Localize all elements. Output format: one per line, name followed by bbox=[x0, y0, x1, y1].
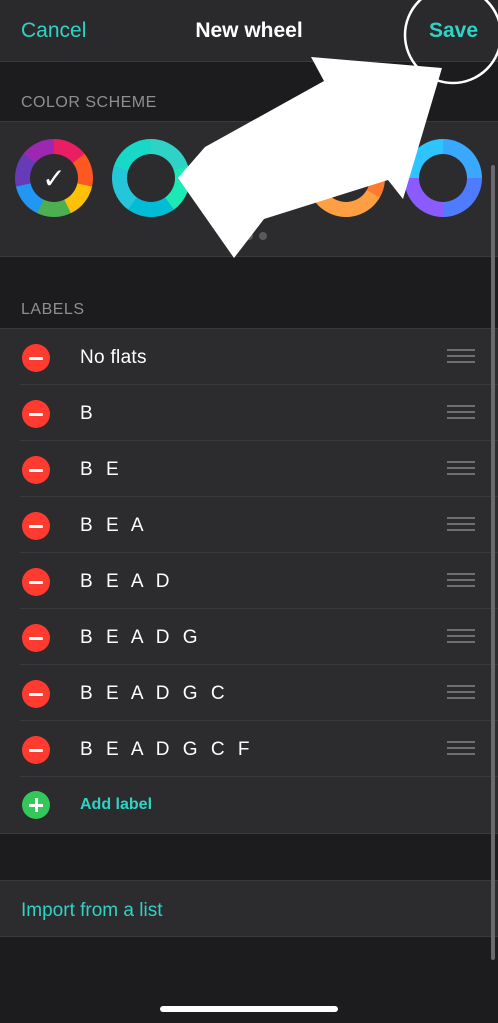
delete-label-icon[interactable] bbox=[22, 344, 50, 372]
delete-label-icon[interactable] bbox=[22, 456, 50, 484]
label-row[interactable]: B E A D G C F bbox=[0, 721, 498, 777]
label-text[interactable]: B E A D G C bbox=[80, 683, 229, 705]
label-text[interactable]: B E bbox=[80, 459, 123, 481]
label-row[interactable]: B E A D bbox=[0, 553, 498, 609]
page-title: New wheel bbox=[195, 19, 303, 42]
reorder-handle-icon[interactable] bbox=[447, 517, 475, 533]
page-dot bbox=[259, 232, 267, 240]
add-icon[interactable] bbox=[22, 791, 50, 819]
delete-label-icon[interactable] bbox=[22, 680, 50, 708]
label-row[interactable]: B E A D G C bbox=[0, 665, 498, 721]
labels-list: No flats B B E B E A B E A D B E A D G B E A D… bbox=[0, 328, 498, 834]
navigation-bar: Cancel New wheel Save bbox=[0, 0, 498, 62]
checkmark-icon: ✓ bbox=[42, 162, 66, 194]
label-row[interactable]: B E A bbox=[0, 497, 498, 553]
reorder-handle-icon[interactable] bbox=[447, 685, 475, 701]
color-scheme-header: COLOR SCHEME bbox=[21, 94, 157, 111]
label-row[interactable]: B bbox=[0, 385, 498, 441]
reorder-handle-icon[interactable] bbox=[447, 629, 475, 645]
import-row[interactable]: Import from a list bbox=[0, 880, 498, 937]
labels-header: LABELS bbox=[21, 301, 85, 318]
color-swatch-rainbow[interactable]: ✓ bbox=[15, 139, 93, 217]
page-dot bbox=[231, 232, 239, 240]
scrollbar[interactable] bbox=[491, 165, 495, 960]
color-swatch-blue-purple[interactable] bbox=[404, 139, 482, 217]
label-text[interactable]: B E A D bbox=[80, 571, 173, 593]
reorder-handle-icon[interactable] bbox=[447, 573, 475, 589]
add-label-button[interactable]: Add label bbox=[80, 796, 152, 814]
page-indicator bbox=[0, 232, 498, 242]
reorder-handle-icon[interactable] bbox=[447, 461, 475, 477]
label-row[interactable]: B E bbox=[0, 441, 498, 497]
color-swatch-red[interactable] bbox=[210, 139, 288, 217]
save-button[interactable]: Save bbox=[429, 19, 478, 43]
reorder-handle-icon[interactable] bbox=[447, 741, 475, 757]
reorder-handle-icon[interactable] bbox=[447, 405, 475, 421]
color-swatch-teal[interactable] bbox=[112, 139, 190, 217]
delete-label-icon[interactable] bbox=[22, 512, 50, 540]
label-row[interactable]: No flats bbox=[0, 329, 498, 385]
reorder-handle-icon[interactable] bbox=[447, 349, 475, 365]
delete-label-icon[interactable] bbox=[22, 400, 50, 428]
delete-label-icon[interactable] bbox=[22, 736, 50, 764]
label-text[interactable]: B E A D G C F bbox=[80, 739, 253, 761]
delete-label-icon[interactable] bbox=[22, 624, 50, 652]
label-text[interactable]: B bbox=[80, 403, 97, 425]
label-text[interactable]: No flats bbox=[80, 347, 147, 369]
home-indicator bbox=[160, 1006, 338, 1012]
delete-label-icon[interactable] bbox=[22, 568, 50, 596]
import-from-list-button[interactable]: Import from a list bbox=[21, 900, 162, 922]
page-dot bbox=[245, 232, 253, 240]
label-row[interactable]: B E A D G bbox=[0, 609, 498, 665]
color-swatch-orange[interactable] bbox=[307, 139, 385, 217]
label-text[interactable]: B E A D G bbox=[80, 627, 202, 649]
add-label-row[interactable]: Add label bbox=[0, 777, 498, 833]
label-text[interactable]: B E A bbox=[80, 515, 148, 537]
